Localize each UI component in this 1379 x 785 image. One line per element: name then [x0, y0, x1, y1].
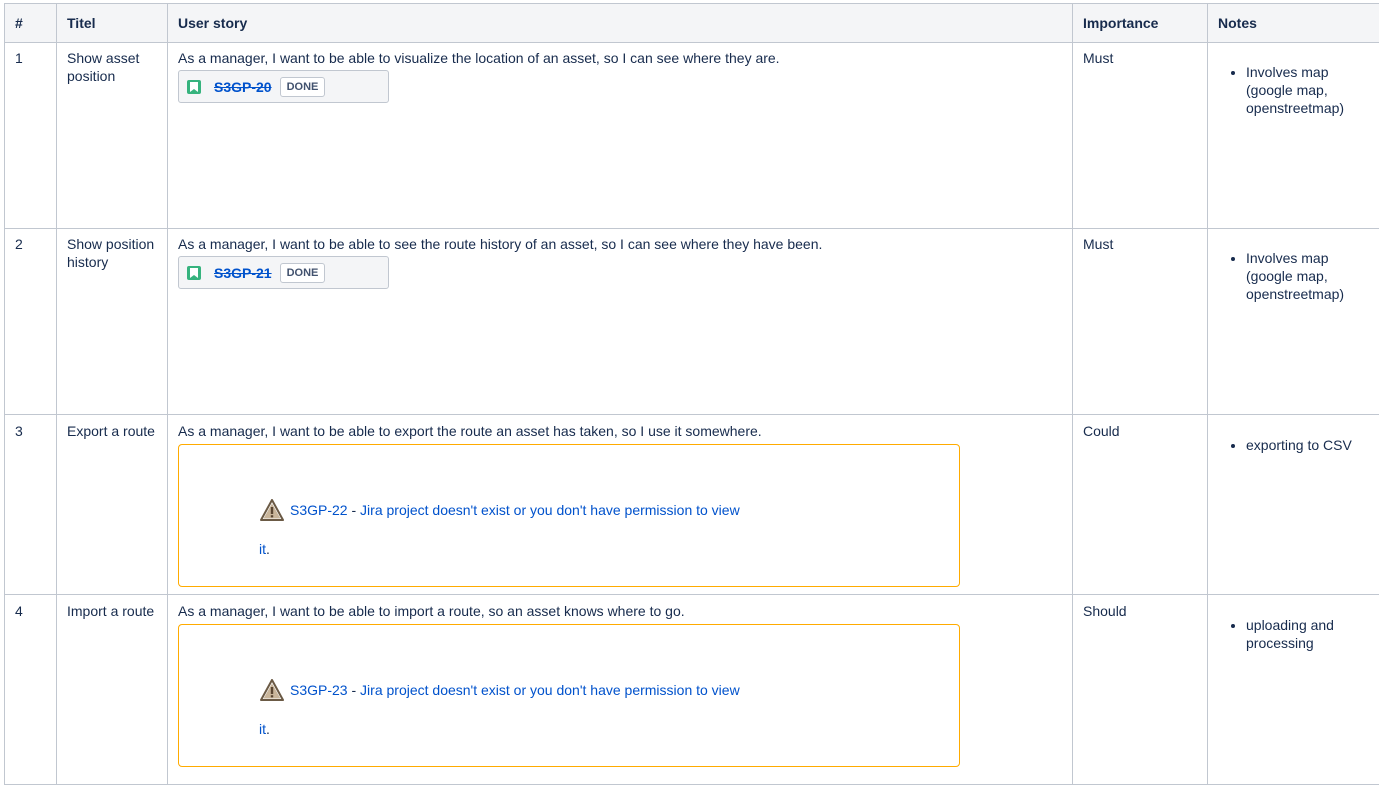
list-item: Involves map (google map, openstreetmap)	[1246, 249, 1369, 303]
user-story-table: # Titel User story Importance Notes 1 Sh…	[4, 3, 1379, 785]
row-importance: Must	[1073, 229, 1208, 415]
table-row: 2 Show position history As a manager, I …	[5, 229, 1379, 415]
story-text: As a manager, I want to be able to expor…	[178, 422, 1062, 440]
notes-list: Involves map (google map, openstreetmap)	[1218, 249, 1369, 303]
status-badge: DONE	[280, 263, 326, 283]
issue-key-link[interactable]: S3GP-23	[290, 681, 348, 699]
row-number: 4	[5, 595, 57, 785]
row-importance: Should	[1073, 595, 1208, 785]
row-notes: Involves map (google map, openstreetmap)	[1208, 229, 1379, 415]
row-user-story: As a manager, I want to be able to impor…	[168, 595, 1073, 785]
header-user-story: User story	[168, 4, 1073, 43]
row-title: Export a route	[57, 415, 168, 595]
list-item: uploading and processing	[1246, 616, 1369, 652]
warning-message: S3GP-23 - Jira project doesn't exist or …	[260, 679, 740, 701]
row-number: 2	[5, 229, 57, 415]
header-row: # Titel User story Importance Notes	[5, 4, 1379, 43]
notes-list: exporting to CSV	[1218, 436, 1369, 454]
warning-text[interactable]: Jira project doesn't exist or you don't …	[360, 501, 740, 519]
jira-warning-box: S3GP-23 - Jira project doesn't exist or …	[178, 624, 960, 767]
story-bookmark-icon	[187, 266, 201, 280]
notes-list: uploading and processing	[1218, 616, 1369, 652]
row-importance: Could	[1073, 415, 1208, 595]
issue-key-link[interactable]: S3GP-22	[290, 501, 348, 519]
issue-key-link[interactable]: S3GP-21	[214, 264, 272, 282]
row-title: Show asset position	[57, 43, 168, 229]
jira-warning-box: S3GP-22 - Jira project doesn't exist or …	[178, 444, 960, 587]
row-importance: Must	[1073, 43, 1208, 229]
header-notes: Notes	[1208, 4, 1379, 43]
row-user-story: As a manager, I want to be able to visua…	[168, 43, 1073, 229]
jira-issue-chip[interactable]: S3GP-20 DONE	[178, 70, 389, 103]
row-user-story: As a manager, I want to be able to expor…	[168, 415, 1073, 595]
table-row: 4 Import a route As a manager, I want to…	[5, 595, 1379, 785]
separator: -	[348, 681, 360, 699]
row-title: Show position history	[57, 229, 168, 415]
story-text: As a manager, I want to be able to see t…	[178, 235, 1062, 253]
row-user-story: As a manager, I want to be able to see t…	[168, 229, 1073, 415]
warning-tail-link[interactable]: it	[259, 541, 266, 557]
warning-text-tail: it.	[259, 540, 270, 558]
warning-tail-link[interactable]: it	[259, 721, 266, 737]
header-importance: Importance	[1073, 4, 1208, 43]
warning-text-tail: it.	[259, 720, 270, 738]
header-title: Titel	[57, 4, 168, 43]
story-text: As a manager, I want to be able to visua…	[178, 49, 1062, 67]
row-number: 1	[5, 43, 57, 229]
warning-text[interactable]: Jira project doesn't exist or you don't …	[360, 681, 740, 699]
list-item: exporting to CSV	[1246, 436, 1369, 454]
separator: -	[348, 501, 360, 519]
jira-issue-chip[interactable]: S3GP-21 DONE	[178, 256, 389, 289]
row-notes: exporting to CSV	[1208, 415, 1379, 595]
table-row: 1 Show asset position As a manager, I wa…	[5, 43, 1379, 229]
notes-list: Involves map (google map, openstreetmap)	[1218, 63, 1369, 117]
row-notes: Involves map (google map, openstreetmap)	[1208, 43, 1379, 229]
story-bookmark-icon	[187, 80, 201, 94]
warning-triangle-icon	[260, 499, 284, 521]
header-num: #	[5, 4, 57, 43]
table-row: 3 Export a route As a manager, I want to…	[5, 415, 1379, 595]
warning-triangle-icon	[260, 679, 284, 701]
warning-message: S3GP-22 - Jira project doesn't exist or …	[260, 499, 740, 521]
row-title: Import a route	[57, 595, 168, 785]
list-item: Involves map (google map, openstreetmap)	[1246, 63, 1369, 117]
issue-key-link[interactable]: S3GP-20	[214, 78, 272, 96]
row-number: 3	[5, 415, 57, 595]
status-badge: DONE	[280, 77, 326, 97]
story-text: As a manager, I want to be able to impor…	[178, 602, 1062, 620]
row-notes: uploading and processing	[1208, 595, 1379, 785]
